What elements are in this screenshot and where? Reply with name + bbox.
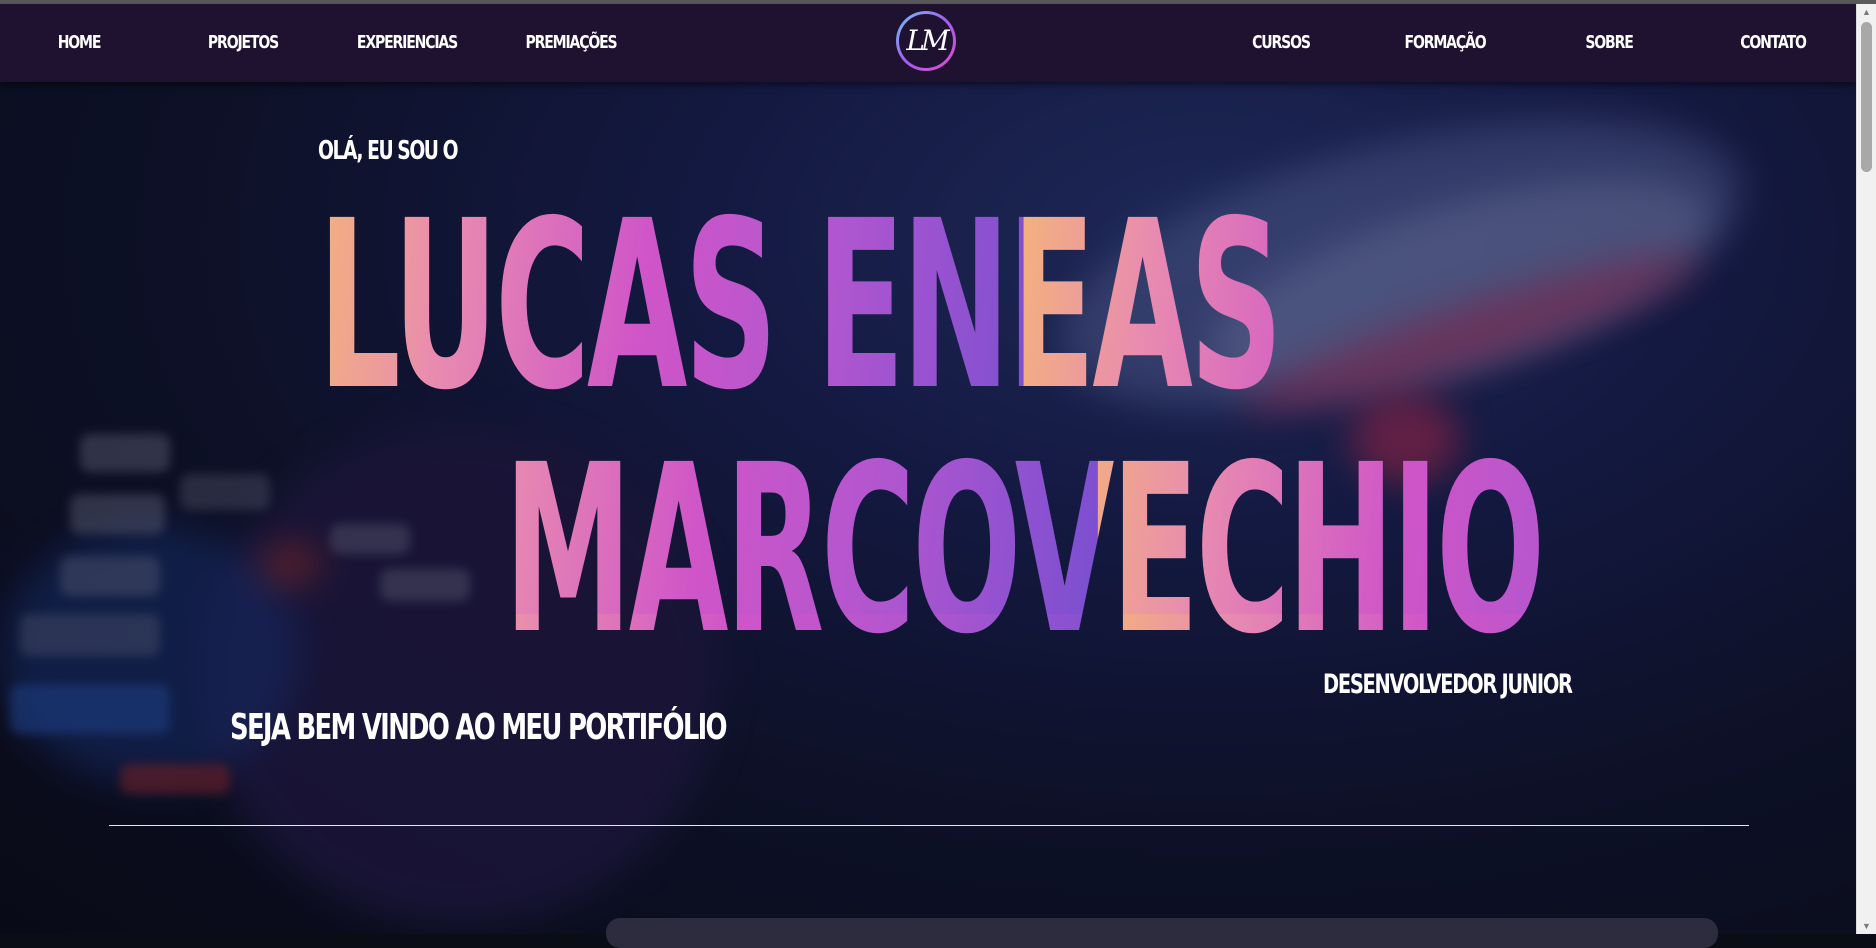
hero-greeting: OLÁ, EU SOU O xyxy=(318,136,459,166)
page-scrollbar[interactable]: ▲ ▼ xyxy=(1856,4,1876,934)
section-divider xyxy=(109,825,1749,826)
hero-name-last: MARCOVECHIO xyxy=(504,415,1545,685)
hero-role: DESENVOLVEDOR JUNIOR xyxy=(1323,669,1573,700)
hero-name-first: LUCAS ENEAS xyxy=(318,171,1283,441)
triangle-down-icon[interactable]: ▼ xyxy=(1857,918,1876,934)
hero-section: OLÁ, EU SOU O LUCAS ENEAS MARCOVECHIO DE… xyxy=(0,0,1876,948)
scrollbar-thumb[interactable] xyxy=(1861,22,1872,172)
next-section-card xyxy=(606,918,1718,948)
triangle-up-icon[interactable]: ▲ xyxy=(1857,4,1876,20)
hero-welcome: SEJA BEM VINDO AO MEU PORTIFÓLIO xyxy=(230,707,728,748)
